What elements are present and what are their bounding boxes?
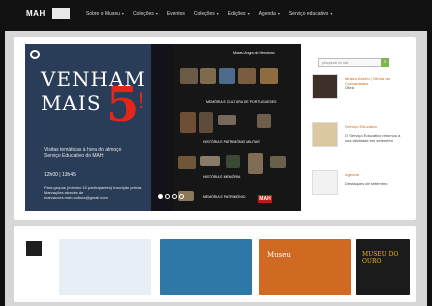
sidebar-card-text: Obra <box>345 85 354 90</box>
artifact-image <box>270 156 286 168</box>
brand-mark: MAH <box>258 195 272 203</box>
sidebar-card[interactable]: Museu Aberto | Vitrina da Curiosidades O… <box>307 74 409 108</box>
slider-dot-active[interactable] <box>158 194 163 199</box>
sidebar-card[interactable]: Agenda Destaques de setembro <box>307 170 409 204</box>
strip-image[interactable] <box>356 239 410 295</box>
artifact-image <box>200 68 216 84</box>
chevron-down-icon: ▾ <box>277 11 280 16</box>
chevron-down-icon: ▾ <box>247 11 250 16</box>
chevron-down-icon: ▾ <box>216 11 219 16</box>
slider-dot[interactable] <box>172 194 177 199</box>
hero-note: Para grupos (mínimo 10 participantes) In… <box>44 185 143 200</box>
artifact-caption: HISTÓRIA E PATRIMÓNIO MILITAR <box>203 140 260 144</box>
hero-subtitle: Visitas temáticas à hora do almoço Servi… <box>44 147 122 159</box>
sidebar-card-title[interactable]: Agenda <box>345 172 407 177</box>
artifact-image <box>226 155 240 168</box>
nav-item-label: Coleções <box>193 11 215 17</box>
museum-logo-icon <box>26 241 42 256</box>
hero-slider[interactable]: VENHAM MAIS 5 ! Visitas temáticas à hora… <box>25 44 301 211</box>
artifact-image <box>238 68 256 84</box>
sidebar-card-image[interactable] <box>312 122 338 147</box>
artifact-image <box>199 112 213 133</box>
artifact-image <box>180 68 198 84</box>
nav-item-label: Sobre o Museu <box>86 11 120 17</box>
chevron-down-icon: ▾ <box>121 11 124 16</box>
sidebar-card-text: Destaques de setembro <box>345 181 388 186</box>
sidebar-card-title[interactable]: Serviço Educativo <box>345 124 407 129</box>
slider-dot[interactable] <box>165 194 170 199</box>
hero-exclamation: ! <box>138 88 145 113</box>
search-input[interactable]: pesquisar no site <box>318 58 382 67</box>
nav-item-label: Serviço educativo <box>288 11 329 17</box>
museum-logo-icon <box>30 50 40 59</box>
nav-item-label: Edições <box>227 11 246 17</box>
hero-title-line2: MAIS <box>41 91 102 115</box>
artifact-image <box>257 114 271 128</box>
artifact-image <box>248 153 263 174</box>
strip-image[interactable] <box>59 239 151 295</box>
hero-number: 5 <box>106 77 140 133</box>
artifact-image <box>178 156 196 169</box>
nav-item-sobre-o-museu[interactable]: Sobre o Museu ▾ <box>86 11 124 17</box>
sidebar-card-text: O Serviço Educativo retomou a sua ativid… <box>345 133 401 143</box>
search-button[interactable]: ⌕ <box>381 58 389 67</box>
logo-building-icon <box>52 8 70 19</box>
site-logo[interactable]: MAH <box>26 9 46 18</box>
strip-image[interactable] <box>259 239 351 295</box>
slider-dots <box>158 194 184 199</box>
strip-label: MUSEU DO OURO <box>362 251 399 265</box>
artifact-image <box>180 112 196 133</box>
artifact-image <box>260 68 278 84</box>
nav-item-label: Eventos <box>166 11 185 17</box>
artifact-image <box>218 115 236 125</box>
nav-item-colecoes-2[interactable]: Coleções ▾ <box>194 11 219 17</box>
nav-item-servico-educativo[interactable]: Serviço educativo ▾ <box>289 11 332 17</box>
strip-label: Museu <box>267 251 291 259</box>
nav-item-label: Coleções <box>132 11 154 17</box>
sidebar-card-image[interactable] <box>312 74 338 99</box>
sidebar-card-image[interactable] <box>312 170 338 195</box>
slider-dot[interactable] <box>179 194 184 199</box>
strip-image[interactable] <box>160 239 252 295</box>
nav-item-edicoes[interactable]: Edições ▾ <box>228 11 250 17</box>
nav-item-eventos[interactable]: Eventos <box>167 11 185 17</box>
nav-item-colecoes[interactable]: Coleções ▾ <box>133 11 158 17</box>
hero-time: 12h00 | 13h45 <box>44 172 76 178</box>
nav-item-agenda[interactable]: Agenda ▾ <box>259 11 280 17</box>
artifact-caption: HISTÓRIA E MEMÓRIA <box>203 175 241 179</box>
artifact-caption: MEMÓRIA E CULTURA DE PORTUGUESES <box>206 100 277 104</box>
chevron-down-icon: ▾ <box>155 11 158 16</box>
sidebar-card[interactable]: Serviço Educativo O Serviço Educativo re… <box>307 122 409 156</box>
chevron-down-icon: ▾ <box>330 11 333 16</box>
artifact-image <box>200 156 220 166</box>
nav-item-label: Agenda <box>258 11 276 17</box>
main-nav: Sobre o Museu ▾ Coleções ▾ Eventos Coleçõe… <box>86 11 341 17</box>
artifact-image <box>219 68 235 84</box>
hero-panel-heading: Museu Angra do Heroísmo <box>233 51 275 55</box>
